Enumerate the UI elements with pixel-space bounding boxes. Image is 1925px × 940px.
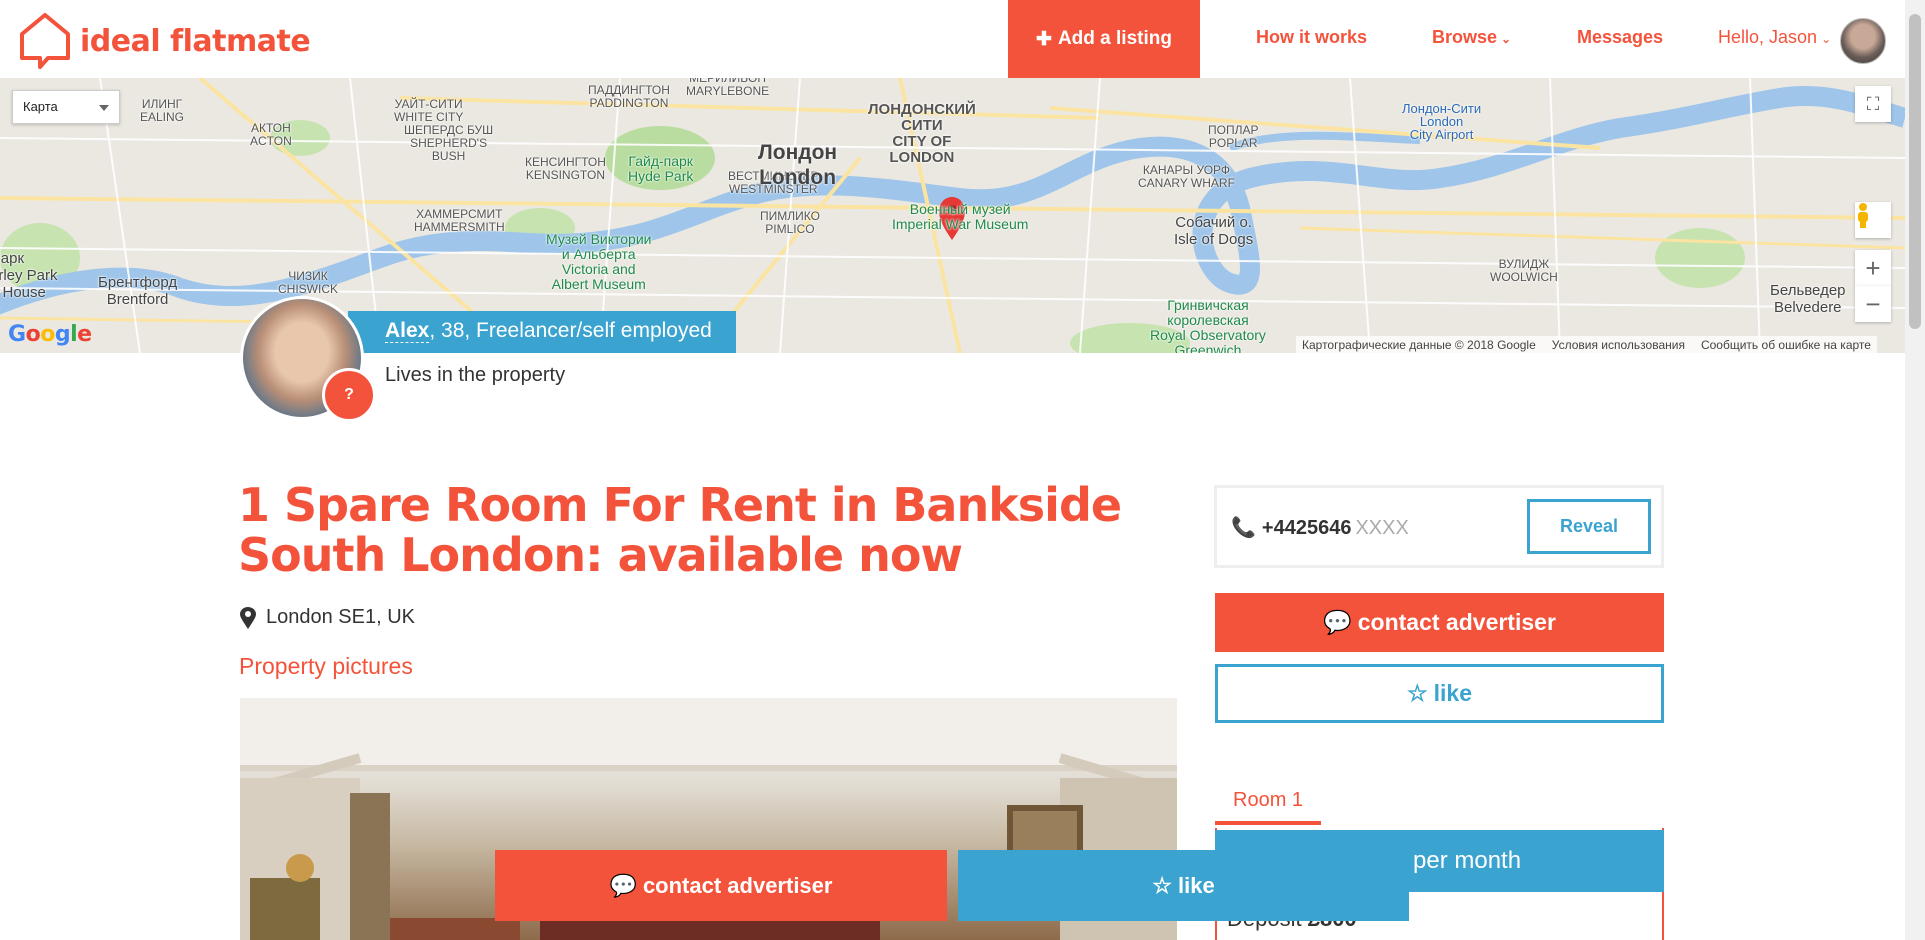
page-scrollbar[interactable]	[1905, 0, 1925, 940]
floating-contact-label: contact advertiser	[642, 872, 833, 898]
map-label: ИЛИНГ EALING	[140, 97, 185, 124]
reveal-button[interactable]: Reveal	[1527, 499, 1651, 554]
chevron-down-icon: ⌄	[1821, 32, 1832, 46]
map-label-museum: Музей Виктории и Альберта Victoria and A…	[546, 231, 652, 292]
zoom-out-button[interactable]: −	[1855, 286, 1891, 322]
map-label: МЕРИЛИБОН MARYLEBONE	[686, 78, 770, 98]
map-type-value: Карта	[23, 99, 58, 114]
map-label: Собачий о. Isle of Dogs	[1174, 214, 1254, 248]
property-pictures-heading: Property pictures	[239, 653, 413, 679]
listing-location: London SE1, UK	[240, 606, 415, 629]
map-label: УАЙТ-СИТИ WHITE CITY	[394, 97, 464, 124]
contact-advertiser-button[interactable]: 💬 contact advertiser	[1215, 593, 1664, 652]
plus-icon: ✚	[1036, 28, 1052, 50]
floating-like-label: like	[1178, 872, 1215, 898]
phone-icon: 📞	[1231, 517, 1256, 539]
floating-contact-button[interactable]: 💬 contact advertiser	[495, 850, 947, 921]
avatar[interactable]	[1840, 18, 1886, 64]
advertiser-details: , 38, Freelancer/self employed	[429, 319, 712, 342]
house-chat-icon	[20, 13, 70, 69]
map-label: КАНАРЫ УОРФ CANARY WHARF	[1138, 163, 1235, 190]
logo-text: ideal flatmate	[80, 23, 311, 59]
nav-how-it-works[interactable]: How it works	[1256, 27, 1367, 48]
location-text: London SE1, UK	[266, 606, 415, 628]
advertiser-banner: Alex, 38, Freelancer/self employed	[348, 311, 736, 353]
caret-down-icon	[99, 105, 109, 111]
map-label-museum: Военный музей Imperial War Museum	[892, 201, 1029, 232]
map-label: ХАММЕРСМИТ HAMMERSMITH	[414, 207, 505, 234]
map-type-select[interactable]: Карта	[12, 90, 120, 124]
map-label-london: Лондон London	[758, 141, 838, 189]
phone-number: 📞 +4425646 XXXX	[1231, 515, 1409, 540]
star-icon: ☆	[1407, 680, 1428, 706]
map-attribution: Картографические данные © 2018 Google Ус…	[1296, 336, 1877, 353]
contact-advertiser-label: contact advertiser	[1357, 609, 1556, 635]
plus-icon: +	[1865, 252, 1881, 283]
map-pin-icon	[240, 606, 256, 629]
price-suffix: per month	[1413, 847, 1522, 874]
map-label: Брентфорд Brentford	[98, 274, 178, 308]
map-label: ПОПЛАР POPLAR	[1208, 123, 1259, 150]
advertiser-name[interactable]: Alex	[385, 319, 430, 343]
logo[interactable]: ideal flatmate	[18, 12, 311, 70]
map-label: ВУЛИДЖ WOOLWICH	[1490, 257, 1558, 284]
advertiser-lives: Lives in the property	[385, 364, 566, 386]
site-header: ideal flatmate ✚ Add a listing How it wo…	[0, 0, 1905, 78]
chevron-down-icon: ⌄	[1501, 32, 1512, 46]
like-button[interactable]: ☆ like	[1215, 664, 1664, 723]
map-report-link[interactable]: Сообщить об ошибке на карте	[1701, 338, 1871, 352]
map-terms-link[interactable]: Условия использования	[1552, 338, 1685, 352]
map-label: ПИМЛИКО PIMLICO	[760, 209, 820, 236]
like-label: like	[1433, 680, 1472, 706]
zoom-in-button[interactable]: +	[1855, 250, 1891, 286]
map-label: Бельведер Belvedere	[1770, 282, 1846, 316]
phone-visible: +4425646	[1261, 517, 1352, 539]
floating-like-button[interactable]: ☆ like	[958, 850, 1409, 921]
map-label-airport: Лондон-Сити London City Airport	[1402, 101, 1482, 142]
add-listing-button[interactable]: ✚ Add a listing	[1008, 0, 1200, 78]
fullscreen-icon: ⛶	[1866, 93, 1880, 114]
chat-bubble-icon: 💬	[1323, 609, 1352, 635]
map-label: КЕНСИНГТОН KENSINGTON	[525, 155, 606, 182]
scrollbar-thumb[interactable]	[1909, 14, 1921, 329]
map-label-park: Гайд-парк Hyde Park	[628, 153, 694, 184]
verification-badge[interactable]: ?	[322, 368, 376, 422]
pegman-icon	[1858, 203, 1868, 228]
tab-room-1[interactable]: Room 1	[1215, 785, 1321, 825]
add-listing-label: Add a listing	[1057, 28, 1172, 49]
map-label: ЧИЗИК CHISWICK	[278, 269, 338, 296]
phone-mask: XXXX	[1355, 517, 1409, 539]
phone-box: 📞 +4425646 XXXX Reveal	[1214, 485, 1664, 568]
map-label: АКТОН ACTON	[250, 121, 292, 148]
chat-bubble-icon: 💬	[609, 872, 637, 898]
map-label: ПАДДИНГТОН PADDINGTON	[588, 83, 670, 110]
user-greeting: Hello, Jason	[1718, 27, 1818, 47]
map-label: ШЕПЕРДС БУШ SHEPHERD'S BUSH	[404, 123, 494, 163]
star-icon: ☆	[1152, 872, 1173, 898]
google-logo[interactable]: Google	[8, 322, 92, 347]
page-title: 1 Spare Room For Rent in Bankside South …	[238, 478, 1122, 582]
map-label: Парк erley Park d House	[0, 250, 58, 301]
map-data-credit: Картографические данные © 2018 Google	[1302, 337, 1536, 352]
map-label-observatory: Гринвичская королевская Royal Observator…	[1150, 297, 1266, 354]
map-label-city: ЛОНДОНСКИЙ СИТИ CITY OF LONDON	[868, 101, 976, 166]
user-menu[interactable]: Hello, Jason ⌄	[1718, 27, 1831, 48]
nav-browse[interactable]: Browse ⌄	[1432, 27, 1511, 48]
nav-messages[interactable]: Messages	[1577, 27, 1663, 48]
minus-icon: −	[1865, 288, 1881, 319]
street-view-button[interactable]	[1855, 202, 1891, 238]
fullscreen-button[interactable]: ⛶	[1855, 86, 1891, 122]
nav-browse-label: Browse	[1432, 27, 1498, 47]
